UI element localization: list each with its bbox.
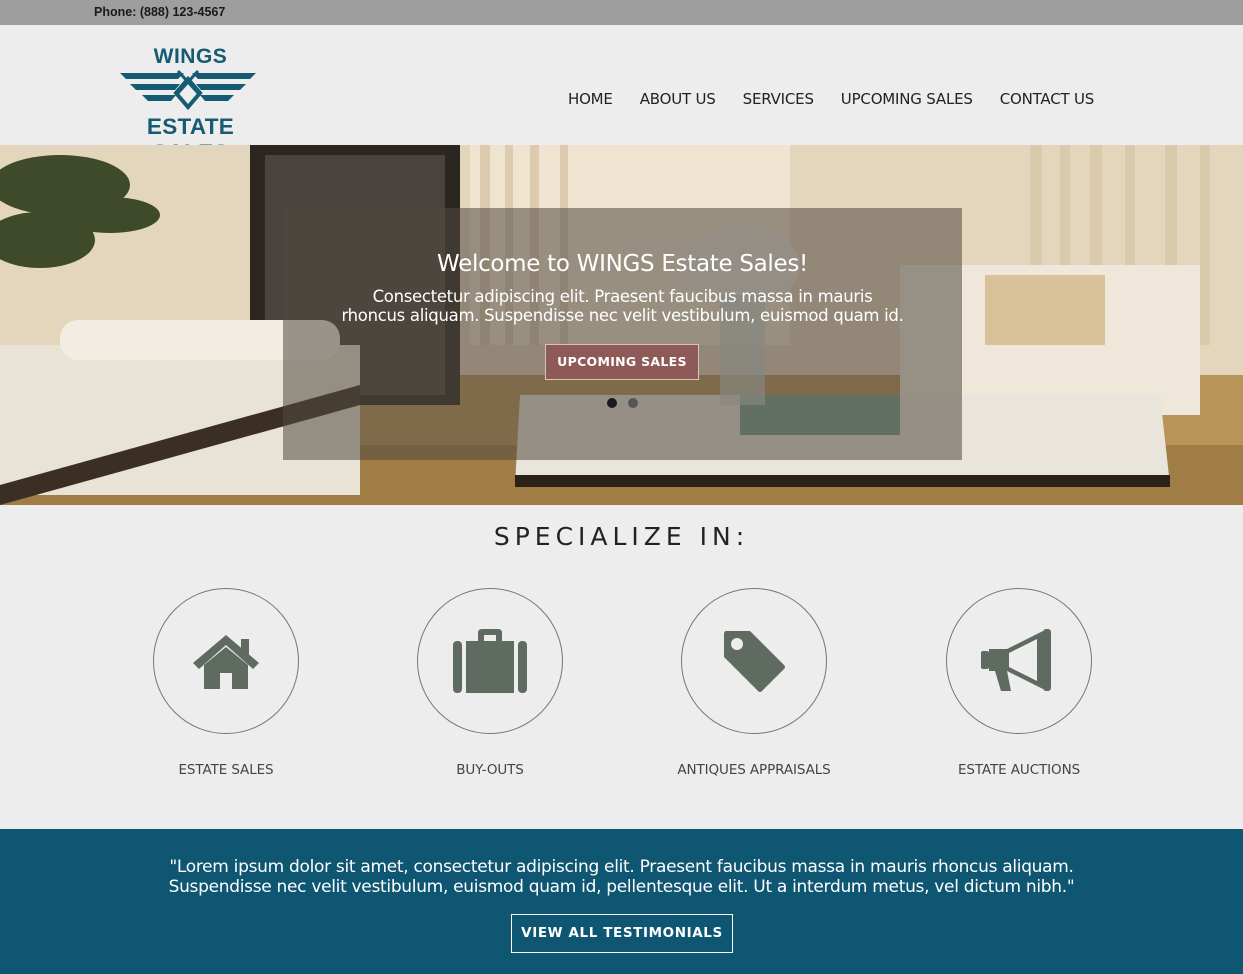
hero-subtitle-line1: Consectetur adipiscing elit. Praesent fa… — [372, 287, 873, 306]
phone-number[interactable]: Phone: (888) 123-4567 — [94, 5, 225, 19]
hero-overlay-panel — [283, 208, 962, 460]
hero-subtitle: Consectetur adipiscing elit. Praesent fa… — [283, 287, 962, 325]
main-nav: HOME ABOUT US SERVICES UPCOMING SALES CO… — [568, 90, 1121, 110]
service-circle[interactable] — [946, 588, 1092, 734]
nav-about-us[interactable]: ABOUT US — [640, 90, 716, 110]
briefcase-icon — [453, 629, 527, 693]
service-circle[interactable] — [681, 588, 827, 734]
hero-title: Welcome to WINGS Estate Sales! — [437, 251, 808, 277]
nav-contact-us[interactable]: CONTACT US — [1000, 90, 1095, 110]
house-icon — [193, 635, 259, 689]
logo[interactable]: WINGS ESTATE SALES — [108, 45, 273, 165]
nav-services[interactable]: SERVICES — [743, 90, 814, 110]
hero-slider: Welcome to WINGS Estate Sales! Consectet… — [0, 145, 1243, 505]
testimonial-quote-line2: Suspendisse nec velit vestibulum, euismo… — [168, 877, 1075, 897]
service-estate-auctions[interactable]: ESTATE AUCTIONS — [946, 588, 1092, 778]
service-label: ANTIQUES APPRAISALS — [677, 762, 831, 778]
upcoming-sales-button[interactable]: UPCOMING SALES — [545, 344, 699, 380]
service-circle[interactable] — [153, 588, 299, 734]
testimonial-quote: "Lorem ipsum dolor sit amet, consectetur… — [0, 857, 1243, 897]
slider-dot-2[interactable] — [628, 398, 638, 408]
logo-text-wings: WINGS — [153, 45, 228, 68]
service-buy-outs[interactable]: BUY-OUTS — [417, 588, 563, 778]
site-header: WINGS ESTATE SALES HOME ABOUT US SERVICE… — [0, 25, 1243, 165]
service-estate-sales[interactable]: ESTATE SALES — [153, 588, 299, 778]
service-antiques-appraisals[interactable]: ANTIQUES APPRAISALS — [677, 588, 831, 778]
service-label: ESTATE SALES — [178, 762, 274, 778]
nav-home[interactable]: HOME — [568, 90, 613, 110]
tag-icon — [724, 631, 785, 692]
testimonials-section: "Lorem ipsum dolor sit amet, consectetur… — [0, 829, 1243, 974]
view-all-testimonials-button[interactable]: VIEW ALL TESTIMONIALS — [511, 914, 733, 953]
nav-upcoming-sales[interactable]: UPCOMING SALES — [841, 90, 973, 110]
hero-subtitle-line2: rhoncus aliquam. Suspendisse nec velit v… — [341, 306, 904, 325]
wings-emblem-icon — [120, 69, 256, 111]
top-bar: Phone: (888) 123-4567 — [0, 0, 1243, 25]
slider-dot-1[interactable] — [607, 398, 617, 408]
service-circle[interactable] — [417, 588, 563, 734]
testimonial-quote-line1: "Lorem ipsum dolor sit amet, consectetur… — [169, 857, 1074, 877]
service-label: ESTATE AUCTIONS — [957, 762, 1081, 778]
megaphone-icon — [981, 629, 1051, 691]
specialize-heading: SPECIALIZE IN: — [493, 522, 750, 551]
service-label: BUY-OUTS — [456, 762, 524, 778]
